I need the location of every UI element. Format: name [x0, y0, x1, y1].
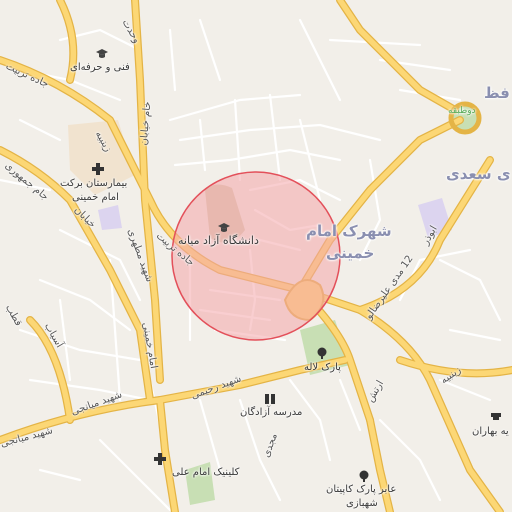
university-label: دانشگاه آزاد میانه — [178, 234, 259, 247]
clinic-label: کلینیک امام علی — [172, 467, 240, 478]
university-icon — [218, 223, 230, 232]
search-radius-circle — [171, 171, 341, 341]
park-icon-laleh — [317, 347, 327, 359]
hospital-icon — [92, 163, 104, 175]
park-icon-kapitan — [359, 470, 369, 482]
shop-icon — [491, 413, 501, 420]
park-kapitan-label-line1: عابر پارک کاپیتان — [326, 484, 397, 495]
technical-school-label: فنی و حرفه‌ای — [70, 62, 130, 73]
park-kapitan-label-line2: شهبازی — [346, 498, 378, 509]
map-canvas[interactable] — [0, 0, 512, 512]
bahar-label: یه بهاران — [472, 426, 509, 437]
school-label: مدرسه آزادگان — [240, 407, 303, 418]
school-icon-technical — [96, 49, 108, 58]
district-saadi-label: ی سعدی — [446, 165, 511, 183]
district-top-label: فظ — [484, 84, 510, 102]
clinic-icon — [154, 453, 166, 465]
hospital-label-line2: امام خمینی — [72, 192, 119, 203]
road-misc-label: دوطبقه — [448, 106, 476, 116]
school-icon — [265, 394, 275, 404]
district-imam-label: شهرک امام — [306, 222, 392, 240]
hospital-label-line1: بیمارستان برکت — [60, 178, 128, 189]
park-laleh-label: پارک لاله — [304, 362, 341, 373]
district-imam-label-2: خمینی — [326, 244, 375, 262]
